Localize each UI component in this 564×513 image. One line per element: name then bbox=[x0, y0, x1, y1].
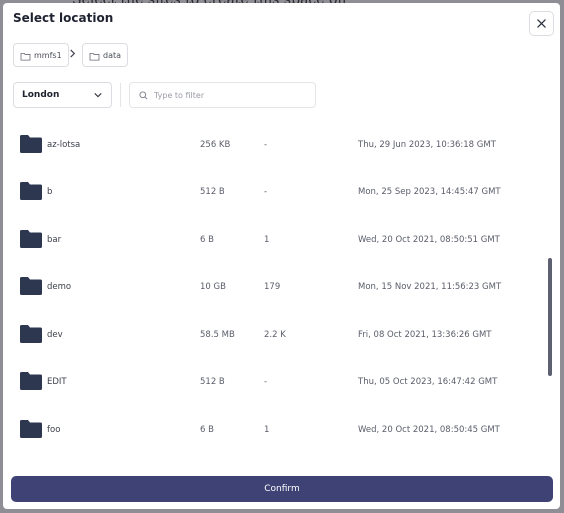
item-size: 58.5 MB bbox=[200, 330, 235, 340]
item-size: 6 B bbox=[200, 425, 214, 435]
breadcrumb-label: data bbox=[103, 50, 122, 60]
list-item[interactable]: foo 6 B 1 Wed, 20 Oct 2021, 08:50:45 GMT bbox=[3, 406, 543, 453]
item-count: 179 bbox=[264, 282, 281, 292]
folder-icon bbox=[20, 372, 42, 390]
folder-icon bbox=[89, 52, 100, 61]
breadcrumb-mmfs1[interactable]: mmfs1 bbox=[13, 43, 69, 67]
close-button[interactable] bbox=[529, 11, 554, 36]
close-icon bbox=[537, 19, 546, 28]
folder-icon bbox=[20, 277, 42, 295]
filter-input[interactable] bbox=[154, 90, 304, 100]
item-name: foo bbox=[47, 425, 61, 435]
select-location-dialog: Select location mmfs1 data London Type t… bbox=[3, 3, 560, 509]
scrollbar-thumb[interactable] bbox=[548, 258, 552, 376]
list-item[interactable]: b 512 B - Mon, 25 Sep 2023, 14:45:47 GMT bbox=[3, 168, 543, 215]
item-count: - bbox=[264, 377, 268, 387]
item-size: 512 B bbox=[200, 377, 225, 387]
item-name: bar bbox=[47, 235, 62, 245]
toolbar-divider bbox=[120, 83, 121, 107]
chevron-down-icon bbox=[94, 93, 102, 98]
item-count: - bbox=[264, 187, 268, 197]
item-modified: Wed, 20 Oct 2021, 08:50:45 GMT bbox=[358, 425, 500, 435]
item-modified: Wed, 20 Oct 2021, 08:50:51 GMT bbox=[358, 235, 500, 245]
item-name: az-lotsa bbox=[47, 140, 81, 150]
item-size: 6 B bbox=[200, 235, 214, 245]
list-item[interactable]: EDIT 512 B - Thu, 05 Oct 2023, 16:47:42 … bbox=[3, 358, 543, 405]
search-icon bbox=[139, 90, 148, 99]
item-modified: Mon, 25 Sep 2023, 14:45:47 GMT bbox=[358, 187, 501, 197]
file-list: az-lotsa 256 KB - Thu, 29 Jun 2023, 10:3… bbox=[3, 121, 543, 467]
item-count: 1 bbox=[264, 425, 270, 435]
location-select-value: London bbox=[22, 90, 60, 100]
list-item[interactable]: dev 58.5 MB 2.2 K Fri, 08 Oct 2021, 13:3… bbox=[3, 311, 543, 358]
folder-icon bbox=[20, 135, 42, 153]
item-name: dev bbox=[47, 330, 63, 340]
list-item[interactable]: bar 6 B 1 Wed, 20 Oct 2021, 08:50:51 GMT bbox=[3, 216, 543, 263]
folder-icon bbox=[20, 182, 42, 200]
item-size: 256 KB bbox=[200, 140, 231, 150]
folder-icon bbox=[20, 420, 42, 438]
breadcrumb-label: mmfs1 bbox=[34, 50, 62, 60]
folder-icon bbox=[20, 52, 31, 61]
chevron-right-icon bbox=[70, 49, 76, 58]
folder-icon bbox=[20, 325, 42, 343]
item-count: 1 bbox=[264, 235, 270, 245]
folder-icon bbox=[20, 230, 42, 248]
item-size: 10 GB bbox=[200, 282, 226, 292]
item-size: 512 B bbox=[200, 187, 225, 197]
dialog-title: Select location bbox=[13, 11, 114, 25]
filter-field[interactable] bbox=[129, 82, 316, 108]
item-count: 2.2 K bbox=[264, 330, 286, 340]
location-select[interactable]: London bbox=[13, 82, 112, 108]
item-modified: Fri, 08 Oct 2021, 13:36:26 GMT bbox=[358, 330, 492, 340]
item-modified: Thu, 29 Jun 2023, 10:36:18 GMT bbox=[358, 140, 496, 150]
item-modified: Mon, 15 Nov 2021, 11:56:23 GMT bbox=[358, 282, 502, 292]
item-modified: Thu, 05 Oct 2023, 16:47:42 GMT bbox=[358, 377, 498, 387]
item-name: b bbox=[47, 187, 53, 197]
list-item[interactable]: demo 10 GB 179 Mon, 15 Nov 2021, 11:56:2… bbox=[3, 263, 543, 310]
item-count: - bbox=[264, 140, 268, 150]
list-item[interactable]: az-lotsa 256 KB - Thu, 29 Jun 2023, 10:3… bbox=[3, 121, 543, 168]
item-name: demo bbox=[47, 282, 72, 292]
breadcrumb-data[interactable]: data bbox=[82, 43, 129, 67]
item-name: EDIT bbox=[47, 377, 67, 387]
confirm-button[interactable]: Confirm bbox=[11, 476, 553, 502]
